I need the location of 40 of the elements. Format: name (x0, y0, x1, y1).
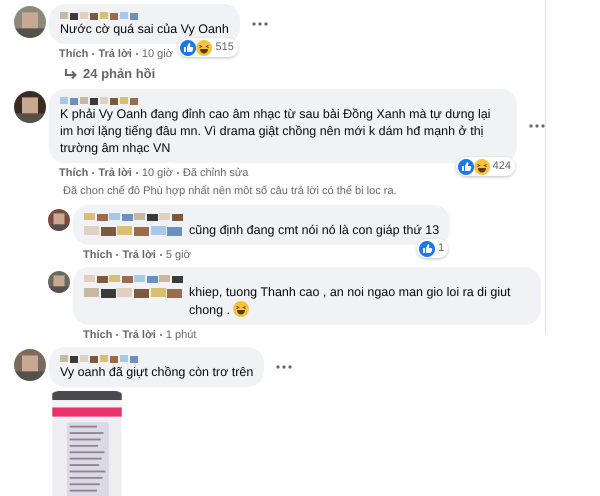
reaction-count: 424 (492, 159, 511, 174)
reply-link[interactable]: Trả lời (98, 167, 132, 179)
more-options-icon[interactable] (276, 365, 292, 369)
more-options-icon[interactable] (529, 124, 545, 128)
avatar[interactable] (14, 6, 46, 38)
avatar[interactable] (48, 271, 70, 293)
reply-link[interactable]: Trả lời (98, 48, 132, 60)
like-link[interactable]: Thích (59, 167, 88, 179)
comment-text: cũng định đang cmt nói nó là con giáp thứ 13 (189, 222, 440, 239)
reply-arrow-icon (64, 68, 77, 80)
comment-text: K phải Vy Oanh đang đỉnh cao âm nhạc từ sau bài Đồng Xanh mà tự dưng lại im hơi lặng tiếng đâu mn. Vì drama giật chồng nên mới k dám hđ mạnh ở thị trường âm nhạc VN (60, 107, 490, 155)
blurred-name[interactable] (84, 275, 184, 283)
comment-text: Nước cờ quá sai của Vy Oanh (60, 22, 229, 36)
filter-note: Đã chon chế đô Phù hợp nhất nên môt số câu trả lời có thể bi loc ra. (63, 185, 398, 197)
reaction-summary[interactable]: 1 (417, 239, 448, 258)
reaction-count: 515 (215, 40, 234, 55)
like-link[interactable]: Thích (83, 329, 112, 341)
timestamp[interactable]: 1 phút (166, 329, 196, 341)
view-replies-link[interactable]: 24 phản hồi (83, 66, 156, 81)
timestamp[interactable]: 10 giờ (142, 167, 173, 179)
blurred-name[interactable] (60, 12, 140, 20)
comment-text: khiep, tuong Thanh cao , an noi ngao man gio loi ra di giut chong . (189, 284, 512, 319)
blurred-name[interactable] (84, 213, 184, 221)
like-link[interactable]: Thích (59, 48, 88, 60)
more-options-icon[interactable] (252, 22, 268, 26)
reaction-summary[interactable]: 424 (456, 157, 515, 176)
reaction-summary[interactable]: 515 (178, 38, 238, 57)
reply-link[interactable]: Trả lời (122, 249, 156, 261)
avatar[interactable] (14, 349, 46, 381)
avatar[interactable] (14, 91, 46, 123)
edited-label: Đã chỉnh sửa (182, 167, 248, 179)
timestamp[interactable]: 10 giờ (142, 48, 173, 60)
timestamp[interactable]: 5 giờ (166, 249, 191, 261)
blurred-name[interactable] (60, 97, 140, 105)
like-link[interactable]: Thích (83, 249, 112, 261)
blurred-name[interactable] (60, 355, 140, 363)
reply-link[interactable]: Trả lời (122, 329, 156, 341)
avatar[interactable] (48, 209, 70, 231)
comment-text: Vy oanh đã giựt chồng còn trơ trên (60, 365, 254, 379)
reaction-count: 1 (438, 241, 444, 256)
